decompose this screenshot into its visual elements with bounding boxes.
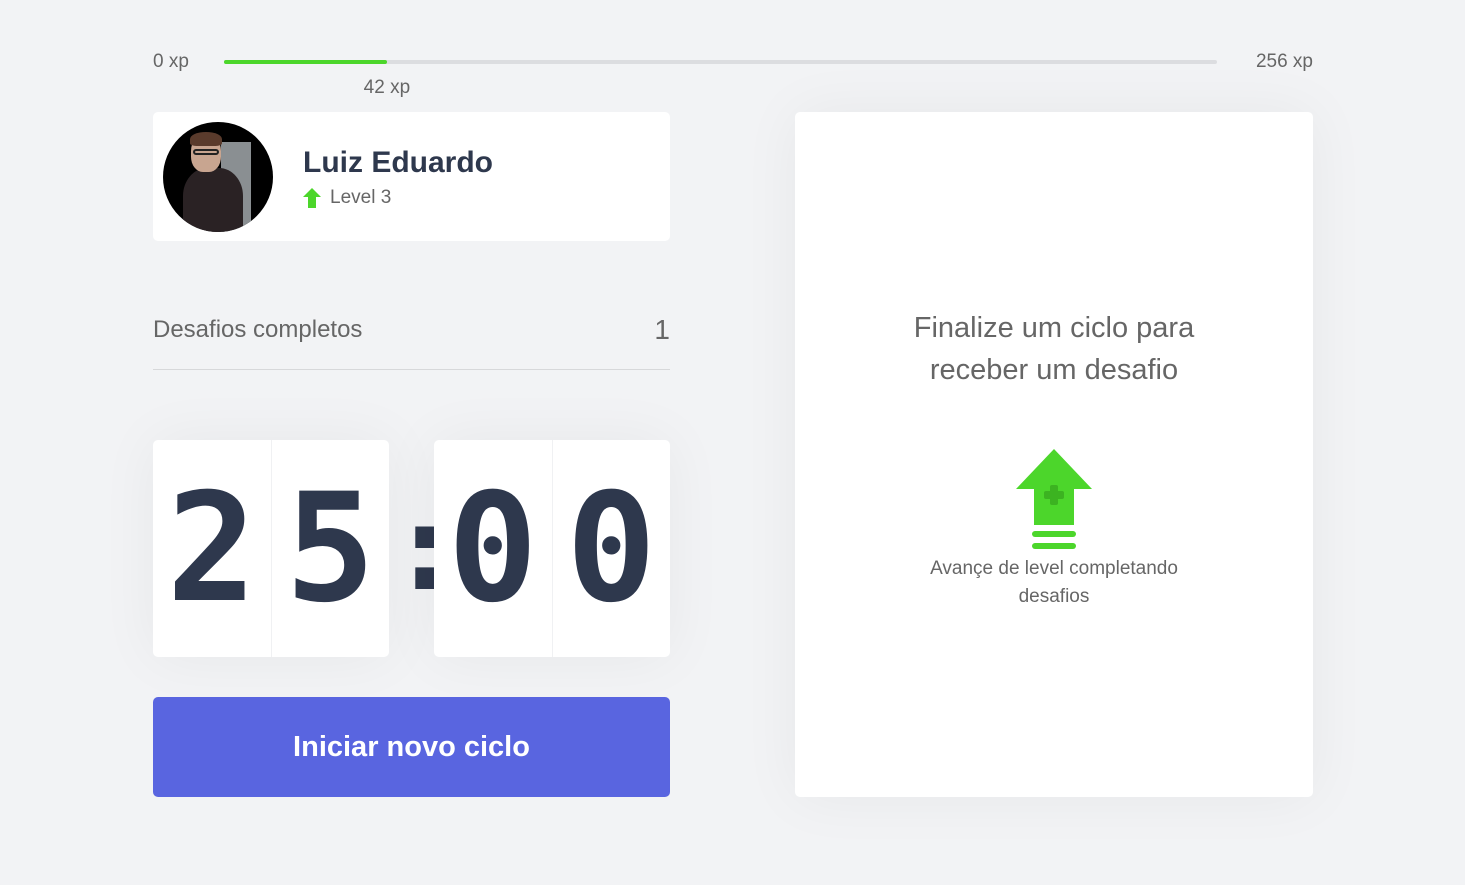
challenge-box-title: Finalize um ciclo para receber um desafi… <box>913 312 1195 386</box>
profile-info: Luiz Eduardo Level 3 <box>303 145 493 209</box>
xp-min-label: 0 xp <box>153 51 189 72</box>
xp-track <box>224 60 1217 64</box>
xp-current-label: 42 xp <box>363 77 411 98</box>
countdown-minute-ones: 5 <box>285 461 376 636</box>
countdown-second-tens: 0 <box>434 440 553 657</box>
countdown-separator: : <box>389 479 462 618</box>
countdown-second-ones: 0 <box>566 461 657 636</box>
avatar <box>163 121 273 232</box>
start-cycle-button[interactable]: Iniciar novo ciclo <box>153 697 670 797</box>
challenge-box-text: Avançe de level completando desafios <box>930 558 1178 607</box>
profile-level: Level 3 <box>303 187 493 209</box>
profile-name: Luiz Eduardo <box>303 145 493 179</box>
completed-challenges-label: Desafios completos <box>153 316 363 343</box>
challenge-box: Finalize um ciclo para receber um desafi… <box>795 112 1313 797</box>
profile-level-label: Level 3 <box>330 186 392 208</box>
level-up-arrow-icon <box>303 187 321 208</box>
countdown-minutes: 2 5 <box>153 440 389 657</box>
page: 0 xp 42 xp 256 xp Luiz Eduardo Level 3 D… <box>0 0 1465 885</box>
completed-challenges-count: 1 <box>654 314 670 345</box>
level-up-icon <box>1016 449 1092 549</box>
xp-max-label: 256 xp <box>1255 51 1313 72</box>
countdown: 2 5 : 0 0 <box>153 440 670 657</box>
completed-challenges: Desafios completos 1 <box>153 310 670 370</box>
countdown-minute-tens: 2 <box>153 440 272 657</box>
countdown-seconds: 0 0 <box>434 440 670 657</box>
xp-fill <box>224 60 387 64</box>
profile-card: Luiz Eduardo Level 3 <box>153 112 670 241</box>
experience-bar: 0 xp 42 xp 256 xp <box>153 50 1313 100</box>
